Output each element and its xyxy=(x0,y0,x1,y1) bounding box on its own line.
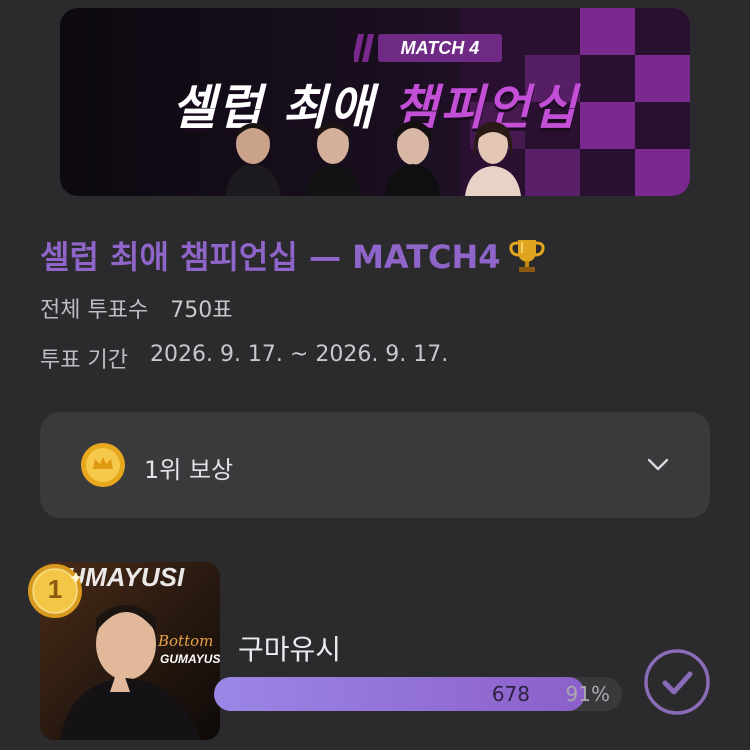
portrait-2 xyxy=(305,122,361,196)
reward-accordion[interactable]: 1위 보상 xyxy=(40,412,710,518)
vote-percent: 91% xyxy=(565,682,610,706)
match-title-text: 셀럽 최애 챔피언십 — MATCH4 xyxy=(40,238,501,276)
stripes-icon xyxy=(354,34,374,62)
vote-check-button[interactable] xyxy=(643,648,711,716)
total-votes-row: 전체 투표수 750표 xyxy=(40,292,232,324)
event-banner[interactable]: MATCH 4 셀럽 최애 챔피언십 xyxy=(60,8,690,196)
vote-period-row: 투표 기간 2026. 9. 17. ~ 2026. 9. 17. xyxy=(40,342,448,374)
portrait-4 xyxy=(465,122,521,196)
vote-count: 678 xyxy=(491,682,530,706)
coin-icon xyxy=(81,443,125,487)
match-badge-label: MATCH 4 xyxy=(400,37,480,58)
candidate-name: 구마유시 xyxy=(238,633,342,666)
rank-medal: 1 xyxy=(26,562,84,620)
candidate-row[interactable]: GUMAYUSI Bottom GUMAYUSI 1 구마유시 678 91% xyxy=(0,540,750,750)
chevron-down-icon[interactable] xyxy=(646,452,670,476)
reward-label: 1위 보상 xyxy=(144,456,234,484)
photo-caption-top: Bottom xyxy=(158,632,214,650)
trophy-icon xyxy=(508,240,545,272)
total-votes-value: 750표 xyxy=(170,298,233,323)
portrait-1 xyxy=(225,123,281,196)
vote-progress-bar: 678 91% xyxy=(214,677,622,711)
photo-caption-main: GUMAYUSI xyxy=(160,652,220,666)
banner-portraits xyxy=(225,118,625,196)
rank-number: 1 xyxy=(47,574,63,604)
vote-period-label: 투표 기간 xyxy=(40,348,128,373)
vote-period-value: 2026. 9. 17. ~ 2026. 9. 17. xyxy=(149,342,449,367)
page-title: 셀럽 최애 챔피언십 — MATCH4 xyxy=(40,232,547,278)
portrait-3 xyxy=(385,121,441,196)
total-votes-label: 전체 투표수 xyxy=(40,298,149,323)
match-badge: MATCH 4 xyxy=(354,34,502,62)
